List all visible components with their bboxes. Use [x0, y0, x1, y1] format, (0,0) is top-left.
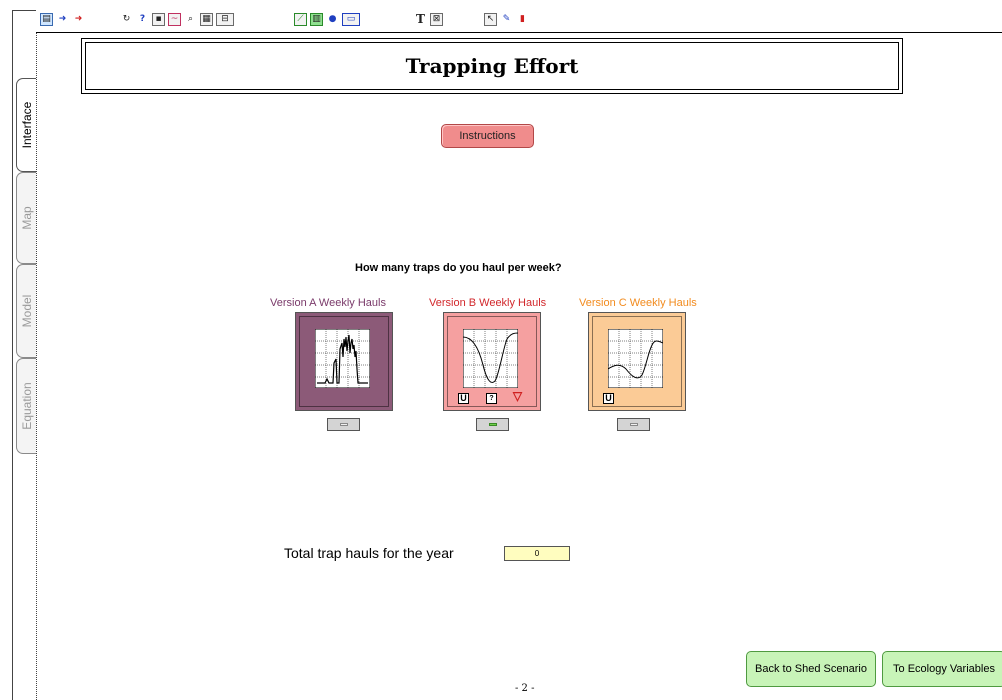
tab-interface[interactable]: Interface — [16, 78, 36, 172]
paintbrush-icon[interactable]: ✎ — [500, 13, 513, 26]
help-icon[interactable]: ? — [136, 13, 149, 26]
table-icon[interactable]: ▦ — [200, 13, 213, 26]
loop-icon[interactable]: ↻ — [120, 13, 133, 26]
pointer-icon[interactable]: ↖ — [484, 13, 497, 26]
version-b-dropdown-icon[interactable]: ▽ — [512, 390, 523, 403]
version-b-u-badge[interactable]: U — [458, 393, 469, 404]
tab-model-label: Model — [19, 294, 34, 328]
tab-interface-label: Interface — [19, 101, 34, 149]
to-ecology-variables-button[interactable]: To Ecology Variables — [882, 651, 1002, 687]
tab-equation-label: Equation — [19, 382, 34, 430]
version-a-switch[interactable] — [327, 418, 360, 431]
version-b-switch[interactable] — [476, 418, 509, 431]
version-a-graph-icon — [315, 329, 370, 388]
title-box: Trapping Effort — [81, 38, 903, 94]
toolbar: ▤ ➜ ➜ ↻ ? ▪ ~ ⌕ ▦ ⊟ ⟋ ▥ ● ▭ T ⊠ ↖ ✎ ▮ — [36, 10, 1002, 33]
tab-map[interactable]: Map — [16, 172, 36, 264]
tab-model[interactable]: Model — [16, 264, 36, 358]
window-frame-left — [0, 10, 13, 700]
picture-icon[interactable]: ⊠ — [430, 13, 443, 26]
zoom-icon[interactable]: ⌕ — [184, 13, 197, 26]
question-text: How many traps do you haul per week? — [355, 262, 562, 274]
version-b-label: Version B Weekly Hauls — [429, 297, 547, 309]
version-c-label: Version C Weekly Hauls — [579, 297, 697, 309]
tab-equation[interactable]: Equation — [16, 358, 36, 454]
version-b-graph-icon — [463, 329, 518, 388]
version-b-help-badge[interactable]: ? — [486, 393, 497, 404]
tab-map-label: Map — [19, 206, 34, 230]
version-c-graph-panel[interactable]: U — [588, 312, 686, 411]
version-c-switch[interactable] — [617, 418, 650, 431]
list-icon[interactable]: ⊟ — [216, 13, 234, 26]
total-hauls-value: 0 — [504, 546, 570, 561]
total-hauls-label: Total trap hauls for the year — [284, 545, 454, 561]
version-a-graph-panel[interactable] — [295, 312, 393, 411]
knob-icon[interactable]: ● — [326, 13, 339, 26]
version-a-label: Version A Weekly Hauls — [270, 297, 386, 309]
graph-icon[interactable]: ~ — [168, 13, 181, 26]
arrow-red-icon[interactable]: ➜ — [72, 13, 85, 26]
stock-icon[interactable]: ▪ — [152, 13, 165, 26]
instructions-button[interactable]: Instructions — [441, 124, 534, 148]
chart-icon[interactable]: ⟋ — [294, 13, 307, 26]
arrow-right-icon[interactable]: ➜ — [56, 13, 69, 26]
dynamite-icon[interactable]: ▮ — [516, 13, 529, 26]
back-to-shed-scenario-button[interactable]: Back to Shed Scenario — [746, 651, 876, 687]
version-c-graph-icon — [608, 329, 663, 388]
version-c-u-badge[interactable]: U — [603, 393, 614, 404]
page-icon[interactable]: ▤ — [40, 13, 53, 26]
bar-icon[interactable]: ▥ — [310, 13, 323, 26]
slider-icon[interactable]: ▭ — [342, 13, 360, 26]
page-number: - 2 - — [515, 683, 535, 694]
page-title: Trapping Effort — [405, 54, 579, 78]
page-margin-line — [36, 10, 37, 700]
version-b-graph-panel[interactable]: U ? ▽ — [443, 312, 541, 411]
text-icon[interactable]: T — [414, 13, 427, 26]
